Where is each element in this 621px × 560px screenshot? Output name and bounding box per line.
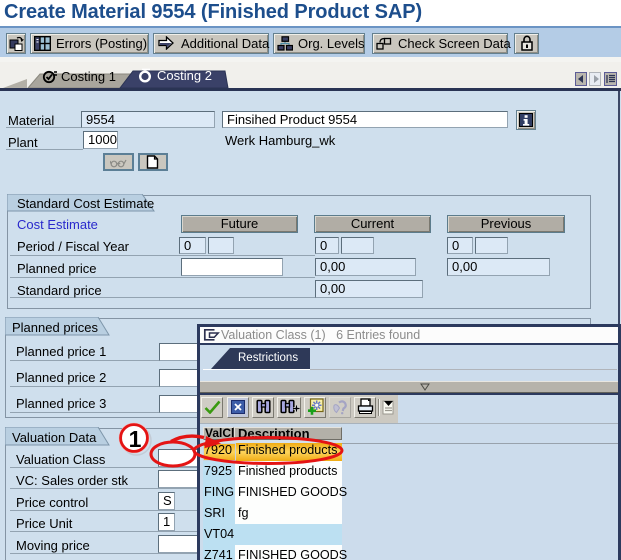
svg-text:1: 1 xyxy=(129,426,142,452)
